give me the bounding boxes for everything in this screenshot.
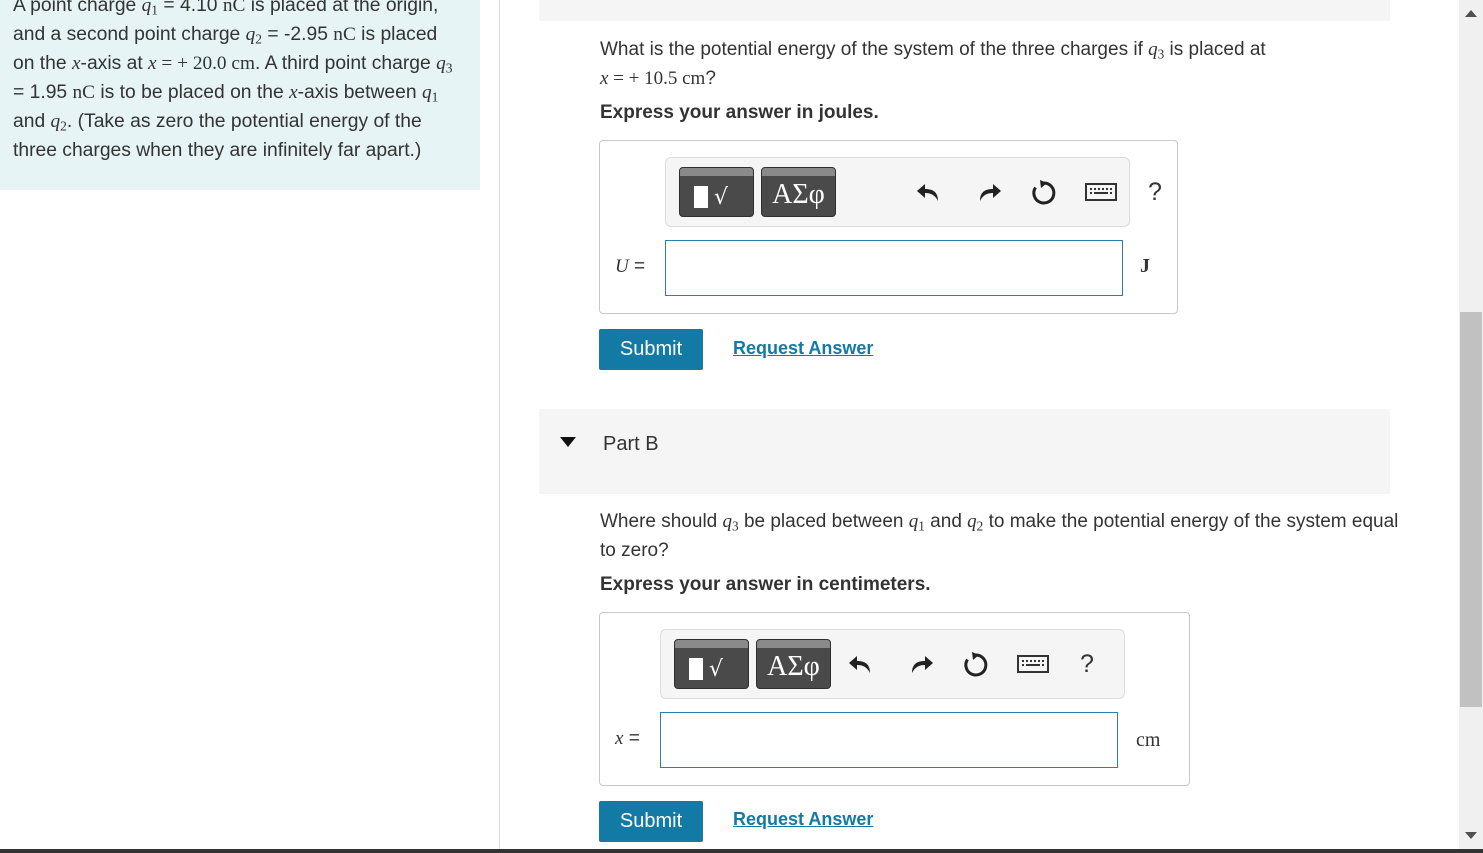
- keyboard-icon: [1017, 655, 1049, 673]
- part-a-answer-box: √ ΑΣφ ? U = J: [599, 140, 1178, 314]
- redo-button[interactable]: [906, 644, 936, 684]
- reset-icon: [964, 652, 988, 677]
- part-a-instruction: Express your answer in joules.: [600, 102, 879, 123]
- keyboard-button[interactable]: [1084, 172, 1118, 212]
- vertical-scrollbar[interactable]: [1459, 0, 1483, 849]
- reset-button[interactable]: [960, 644, 992, 684]
- help-button[interactable]: ?: [1076, 644, 1098, 684]
- reset-icon: [1032, 180, 1056, 205]
- problem-statement: A point charge q1 = 4.10 nC is placed at…: [13, 0, 453, 161]
- part-a-math-toolbar: √ ΑΣφ ?: [665, 157, 1162, 227]
- redo-icon: [980, 184, 1001, 201]
- part-b-instruction: Express your answer in centimeters.: [600, 574, 931, 595]
- reset-button[interactable]: [1028, 172, 1060, 212]
- part-b-request-answer-link[interactable]: Request Answer: [733, 809, 873, 830]
- redo-button[interactable]: [974, 172, 1004, 212]
- symbols-button[interactable]: ΑΣφ: [756, 639, 831, 689]
- part-b-title: Part B: [603, 433, 659, 455]
- part-b-variable-label: x =: [615, 728, 640, 749]
- part-b-question: Where should q3 be placed between q1 and…: [600, 511, 1399, 561]
- part-a-header-strip: [539, 0, 1390, 21]
- part-b-unit: cm: [1136, 729, 1161, 751]
- keyboard-icon: [1085, 183, 1117, 201]
- part-b-submit-button[interactable]: Submit: [599, 801, 703, 842]
- undo-button[interactable]: [846, 644, 876, 684]
- undo-icon: [849, 656, 870, 673]
- caret-down-icon: [560, 437, 576, 447]
- symbols-button[interactable]: ΑΣφ: [761, 167, 836, 217]
- scroll-up-icon[interactable]: [1465, 10, 1477, 17]
- part-b-math-toolbar: √ ΑΣφ ?: [660, 629, 1125, 699]
- bottom-bar: [0, 849, 1483, 853]
- help-button[interactable]: ?: [1144, 172, 1166, 212]
- keyboard-button[interactable]: [1016, 644, 1050, 684]
- part-a-request-answer-link[interactable]: Request Answer: [733, 338, 873, 359]
- part-b-answer-box: √ ΑΣφ ? x = cm: [599, 612, 1190, 786]
- templates-button[interactable]: √: [679, 167, 754, 217]
- problem-panel: A point charge q1 = 4.10 nC is placed at…: [0, 0, 480, 190]
- symbols-icon: ΑΣφ: [772, 179, 825, 210]
- templates-button[interactable]: √: [674, 639, 749, 689]
- part-a-variable-label: U =: [615, 256, 646, 277]
- undo-button[interactable]: [914, 172, 944, 212]
- help-icon: ?: [1148, 177, 1162, 206]
- part-a-unit: J: [1140, 255, 1150, 277]
- undo-icon: [917, 184, 938, 201]
- templates-icon: [689, 658, 703, 680]
- column-divider: [499, 0, 500, 849]
- templates-icon: [694, 186, 708, 208]
- part-a-submit-button[interactable]: Submit: [599, 329, 703, 370]
- redo-icon: [912, 656, 933, 673]
- part-a-question: What is the potential energy of the syst…: [600, 39, 1266, 89]
- scroll-thumb[interactable]: [1460, 312, 1482, 707]
- symbols-icon: ΑΣφ: [767, 651, 820, 682]
- part-b-header[interactable]: Part B: [539, 409, 1390, 494]
- scroll-down-icon[interactable]: [1465, 832, 1477, 839]
- part-a-answer-input[interactable]: [665, 240, 1123, 296]
- part-b-answer-input[interactable]: [660, 712, 1118, 768]
- help-icon: ?: [1080, 649, 1094, 678]
